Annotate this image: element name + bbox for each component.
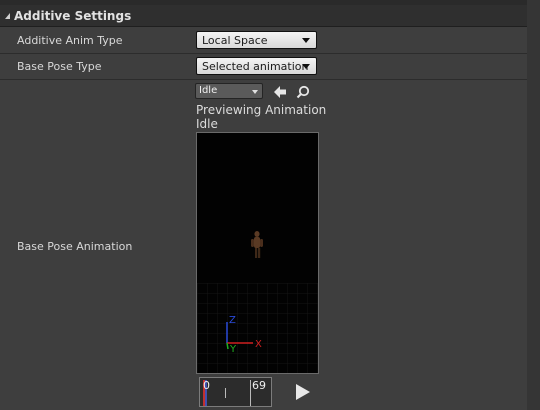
axis-x-label: X [255, 339, 262, 350]
chevron-down-icon [252, 90, 258, 94]
axis-z-label: Z [229, 315, 236, 326]
base-pose-type-label: Base Pose Type [17, 60, 102, 73]
axis-y-line [226, 342, 229, 350]
base-pose-animation-label: Base Pose Animation [17, 240, 133, 253]
panel-scroll-gutter[interactable] [527, 0, 540, 410]
timeline-tick [225, 388, 226, 398]
previewing-animation-text: Previewing Animation [196, 103, 327, 117]
ground-grid [197, 283, 318, 373]
selected-asset-name: Idle [199, 85, 218, 96]
play-icon[interactable] [296, 384, 310, 400]
base-pose-animation-asset-dropdown[interactable]: Idle [195, 83, 263, 99]
timeline-start-frame: 0 [203, 379, 210, 392]
section-title: Additive Settings [14, 8, 132, 23]
search-icon [296, 85, 310, 99]
additive-anim-type-label: Additive Anim Type [17, 34, 123, 47]
axis-y-label: Y [229, 344, 237, 355]
section-header-additive-settings[interactable]: Additive Settings [0, 5, 527, 27]
chevron-down-icon [302, 64, 310, 69]
chevron-down-icon [302, 38, 310, 43]
timeline-end-frame: 69 [252, 379, 266, 392]
animation-preview-viewport[interactable]: Z X Y [196, 132, 319, 374]
collapse-triangle-icon[interactable] [5, 12, 10, 19]
base-pose-type-dropdown[interactable]: Selected animation [196, 57, 317, 75]
arrow-left-icon [274, 86, 286, 98]
use-selected-asset-button[interactable] [273, 84, 287, 98]
animation-scrubber[interactable]: 0 69 [199, 377, 272, 407]
previewing-animation-name: Idle [196, 117, 218, 131]
timeline-end-marker [250, 380, 251, 406]
viewport-scene: Z X Y [197, 231, 318, 373]
base-pose-type-value: Selected animation [202, 60, 309, 73]
additive-anim-type-value: Local Space [202, 34, 268, 47]
character-figure [251, 231, 263, 258]
browse-asset-button[interactable] [296, 84, 310, 99]
additive-anim-type-dropdown[interactable]: Local Space [196, 31, 317, 49]
